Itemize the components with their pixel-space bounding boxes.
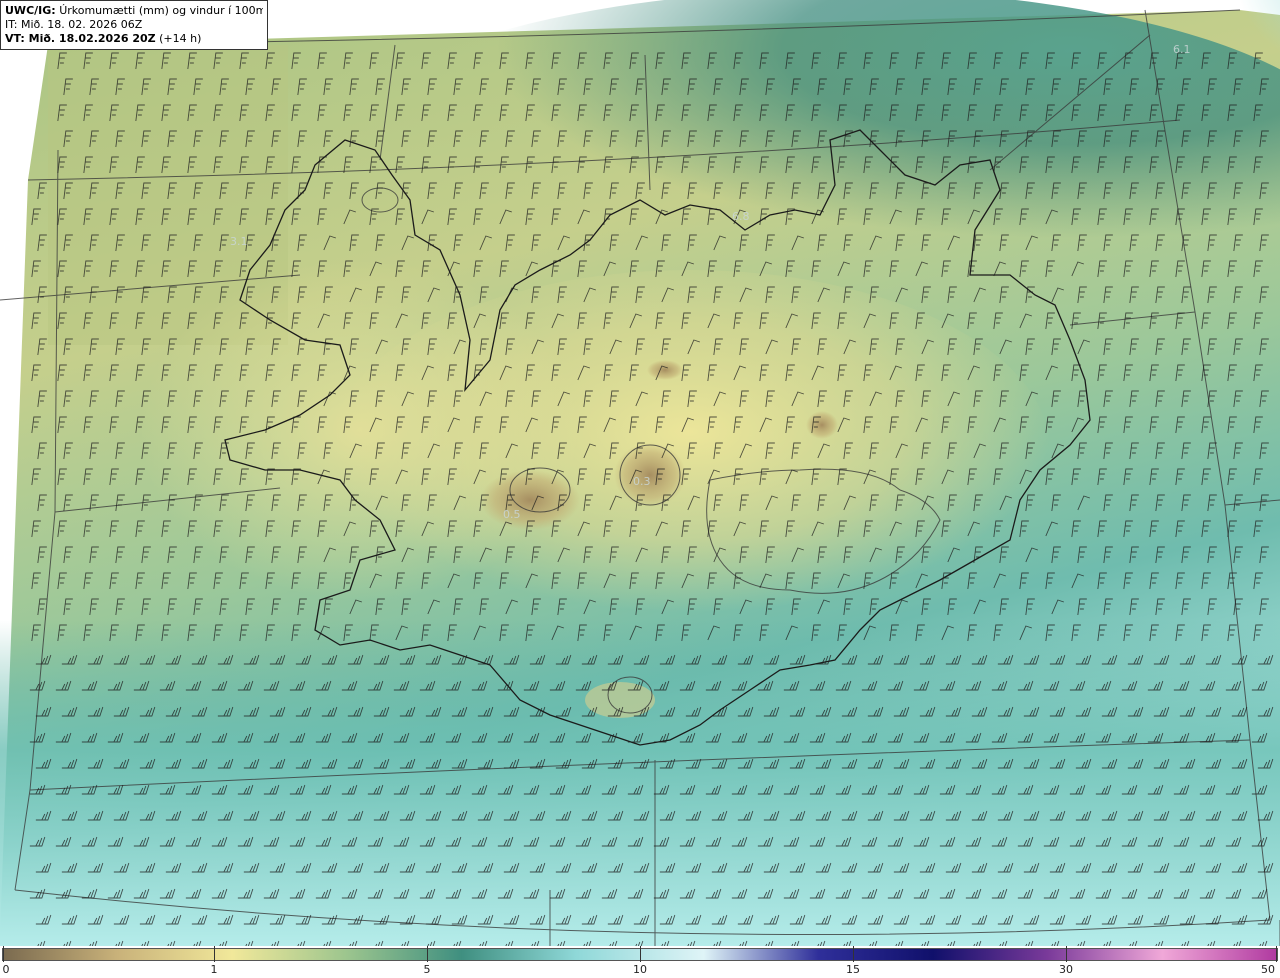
value-label-west: 3.1 [230,235,248,248]
vt-row: VT: Mið. 18.02.2026 20Z (+14 h) [5,32,263,46]
model-tag: UWC/IG: [5,4,56,17]
colorbar-tick [427,946,428,962]
value-label-ne: 6.1 [1173,43,1191,56]
vt-tag: VT: Mið. 18.02.2026 20Z [5,32,156,45]
west-yellow [140,260,580,600]
colorbar-tick-label: 0 [2,963,10,976]
colorbar-tick [3,946,4,962]
colorbar-tick-label: 10 [633,963,647,976]
value-label-north: 6.8 [732,210,750,223]
east-low-spot [806,411,838,439]
value-label-langjokull: 0.5 [503,508,521,521]
info-box: UWC/IG: Úrkomumætti (mm) og vindur í 100… [0,0,268,50]
colorbar-tick-label: 5 [423,963,431,976]
it-line: IT: Mið. 18. 02. 2026 06Z [5,18,143,31]
colorbar-tick-label: 30 [1059,963,1073,976]
value-label-vatnajokull: 0.3 [633,475,651,488]
colorbar-tick [214,946,215,962]
colorbar-tick [1276,946,1277,962]
vt-offset: (+14 h) [159,32,202,45]
info-title-row: UWC/IG: Úrkomumætti (mm) og vindur í 100… [5,4,263,18]
map-canvas: 6.1 3.1 6.8 0.3 0.5 [0,0,1280,946]
colorbar-tick-label: 50 [1261,963,1275,976]
colorbar-tick-label: 15 [846,963,860,976]
colorbar-tick [1066,946,1067,962]
forecast-map: 6.1 3.1 6.8 0.3 0.5 UWC/IG: Úrkomumætti … [0,0,1280,978]
colorbar-tick [853,946,854,962]
colorbar: 0 1 5 10 15 30 50 [0,946,1280,978]
colorbar-tick-label: 1 [210,963,218,976]
colorbar-tick [640,946,641,962]
north-low-spot [647,360,683,380]
map-title: Úrkomumætti (mm) og vindur í 100m hæð [59,4,263,17]
